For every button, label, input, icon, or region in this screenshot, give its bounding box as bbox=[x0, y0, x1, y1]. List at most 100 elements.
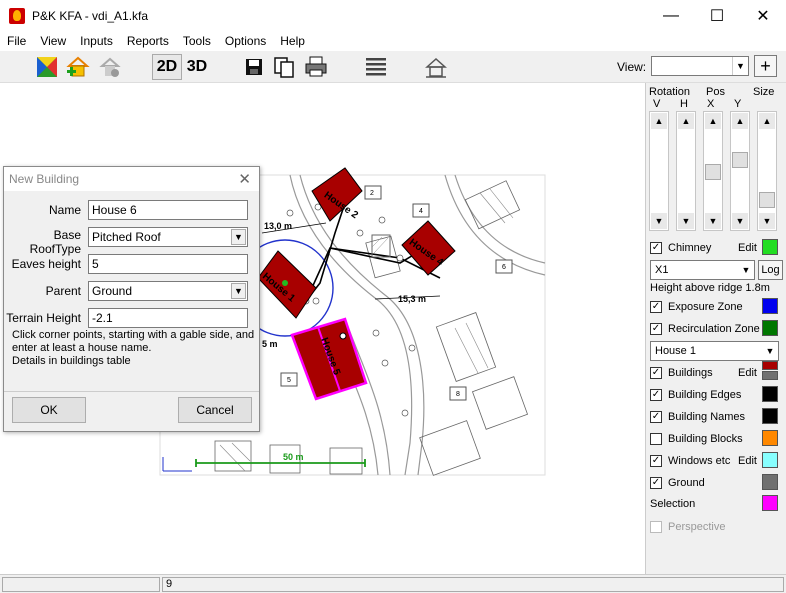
slider-thumb[interactable] bbox=[705, 164, 721, 180]
eaves-height-input[interactable] bbox=[88, 254, 248, 274]
cancel-button[interactable]: Cancel bbox=[178, 397, 252, 423]
checkbox-checked-icon[interactable]: ✓ bbox=[650, 301, 662, 313]
house-settings-icon[interactable] bbox=[98, 54, 122, 80]
view-2d-button[interactable]: 2D bbox=[152, 54, 182, 80]
ridge-height-text: Height above ridge 1.8m bbox=[650, 282, 770, 294]
ground-toggle[interactable]: ✓ Ground bbox=[650, 474, 705, 492]
chimney-edit-link[interactable]: Edit bbox=[738, 242, 757, 254]
slider-down-icon[interactable]: ▼ bbox=[759, 213, 775, 229]
slider-down-icon[interactable]: ▼ bbox=[705, 213, 721, 229]
parent-label: Parent bbox=[45, 284, 81, 298]
buildings-roof-color-swatch[interactable] bbox=[762, 361, 778, 370]
perspective-toggle[interactable]: Perspective bbox=[650, 518, 725, 536]
slider-down-icon[interactable]: ▼ bbox=[732, 213, 748, 229]
close-icon[interactable]: ✕ bbox=[238, 170, 251, 188]
rotation-h-slider[interactable]: ▲ ▼ bbox=[676, 111, 696, 231]
terrain-height-label: Terrain Height bbox=[6, 311, 81, 325]
exposure-zone-toggle[interactable]: ✓ Exposure Zone bbox=[650, 298, 743, 316]
slider-down-icon[interactable]: ▼ bbox=[651, 213, 667, 229]
add-view-button[interactable]: + bbox=[754, 55, 777, 77]
slider-down-icon[interactable]: ▼ bbox=[678, 213, 694, 229]
print-icon[interactable] bbox=[304, 54, 328, 80]
selection-color-swatch[interactable] bbox=[762, 495, 778, 511]
slider-up-icon[interactable]: ▲ bbox=[705, 113, 721, 129]
house-select[interactable]: House 1 ▼ bbox=[650, 341, 779, 361]
buildings-wall-color-swatch[interactable] bbox=[762, 371, 778, 380]
rotation-v-slider[interactable]: ▲ ▼ bbox=[649, 111, 669, 231]
recirculation-zone-toggle[interactable]: ✓ Recirculation Zone bbox=[650, 320, 760, 338]
checkbox-checked-icon[interactable]: ✓ bbox=[650, 477, 662, 489]
map-layers-icon[interactable] bbox=[36, 54, 58, 80]
ground-color-swatch[interactable] bbox=[762, 474, 778, 490]
slider-up-icon[interactable]: ▲ bbox=[732, 113, 748, 129]
save-icon[interactable] bbox=[244, 54, 264, 80]
checkbox-disabled-icon[interactable] bbox=[650, 521, 662, 533]
recirc-color-swatch[interactable] bbox=[762, 320, 778, 336]
slider-up-icon[interactable]: ▲ bbox=[759, 113, 775, 129]
log-button[interactable]: Log bbox=[758, 260, 783, 280]
dialog-help-text: Click corner points, starting with a gab… bbox=[12, 329, 255, 367]
close-button[interactable]: ✕ bbox=[740, 0, 786, 31]
name-input[interactable] bbox=[88, 200, 248, 220]
dialog-title: New Building bbox=[9, 172, 80, 186]
map-lot-4: 4 bbox=[419, 208, 423, 215]
checkbox-checked-icon[interactable]: ✓ bbox=[650, 367, 662, 379]
buildings-edit-link[interactable]: Edit bbox=[738, 367, 757, 379]
checkbox-checked-icon[interactable]: ✓ bbox=[650, 242, 662, 254]
view-select[interactable]: ▼ bbox=[651, 56, 749, 76]
dimension-15m: 15,3 m bbox=[398, 294, 426, 304]
minimize-button[interactable]: — bbox=[648, 0, 694, 31]
menu-inputs[interactable]: Inputs bbox=[73, 34, 120, 48]
blocks-color-swatch[interactable] bbox=[762, 430, 778, 446]
table-list-icon[interactable] bbox=[364, 54, 388, 80]
buildings-toggle[interactable]: ✓ Buildings bbox=[650, 364, 713, 382]
new-building-dialog: New Building ✕ Name Base RoofType Pitche… bbox=[3, 166, 260, 432]
h-label: H bbox=[680, 98, 688, 110]
pos-y-slider[interactable]: ▲ ▼ bbox=[730, 111, 750, 231]
checkbox-checked-icon[interactable]: ✓ bbox=[650, 411, 662, 423]
slider-up-icon[interactable]: ▲ bbox=[651, 113, 667, 129]
copy-icon[interactable] bbox=[272, 54, 296, 80]
status-bar: 9 bbox=[0, 574, 786, 593]
slider-up-icon[interactable]: ▲ bbox=[678, 113, 694, 129]
menu-reports[interactable]: Reports bbox=[120, 34, 176, 48]
house-outline-icon[interactable] bbox=[424, 54, 448, 80]
menu-help[interactable]: Help bbox=[273, 34, 312, 48]
eaves-height-label: Eaves height bbox=[11, 257, 81, 271]
chevron-down-icon: ▼ bbox=[231, 283, 246, 299]
building-blocks-toggle[interactable]: Building Blocks bbox=[650, 430, 743, 448]
maximize-button[interactable]: ☐ bbox=[694, 0, 740, 31]
parent-select[interactable]: Ground ▼ bbox=[88, 281, 248, 301]
size-slider[interactable]: ▲ ▼ bbox=[757, 111, 777, 231]
checkbox-unchecked-icon[interactable] bbox=[650, 433, 662, 445]
add-house-icon[interactable] bbox=[66, 54, 90, 80]
windows-edit-link[interactable]: Edit bbox=[738, 455, 757, 467]
chimney-select[interactable]: X1 ▼ bbox=[650, 260, 755, 280]
menu-tools[interactable]: Tools bbox=[176, 34, 218, 48]
chevron-down-icon: ▼ bbox=[732, 57, 748, 75]
building-names-toggle[interactable]: ✓ Building Names bbox=[650, 408, 745, 426]
windows-color-swatch[interactable] bbox=[762, 452, 778, 468]
menu-view[interactable]: View bbox=[33, 34, 73, 48]
windows-toggle[interactable]: ✓ Windows etc bbox=[650, 452, 730, 470]
exposure-color-swatch[interactable] bbox=[762, 298, 778, 314]
pos-x-slider[interactable]: ▲ ▼ bbox=[703, 111, 723, 231]
menu-file[interactable]: File bbox=[0, 34, 33, 48]
view-3d-button[interactable]: 3D bbox=[183, 54, 211, 80]
ok-button[interactable]: OK bbox=[12, 397, 86, 423]
chimney-toggle[interactable]: ✓ Chimney bbox=[650, 239, 711, 257]
checkbox-checked-icon[interactable]: ✓ bbox=[650, 323, 662, 335]
app-flame-icon bbox=[9, 7, 25, 24]
menu-options[interactable]: Options bbox=[218, 34, 273, 48]
building-edges-toggle[interactable]: ✓ Building Edges bbox=[650, 386, 741, 404]
checkbox-checked-icon[interactable]: ✓ bbox=[650, 455, 662, 467]
slider-thumb[interactable] bbox=[732, 152, 748, 168]
scale-bar-label: 50 m bbox=[283, 452, 304, 462]
roof-type-select[interactable]: Pitched Roof ▼ bbox=[88, 227, 248, 247]
chimney-color-swatch[interactable] bbox=[762, 239, 778, 255]
names-color-swatch[interactable] bbox=[762, 408, 778, 424]
checkbox-checked-icon[interactable]: ✓ bbox=[650, 389, 662, 401]
slider-thumb[interactable] bbox=[759, 192, 775, 208]
terrain-height-input[interactable] bbox=[88, 308, 248, 328]
edges-color-swatch[interactable] bbox=[762, 386, 778, 402]
